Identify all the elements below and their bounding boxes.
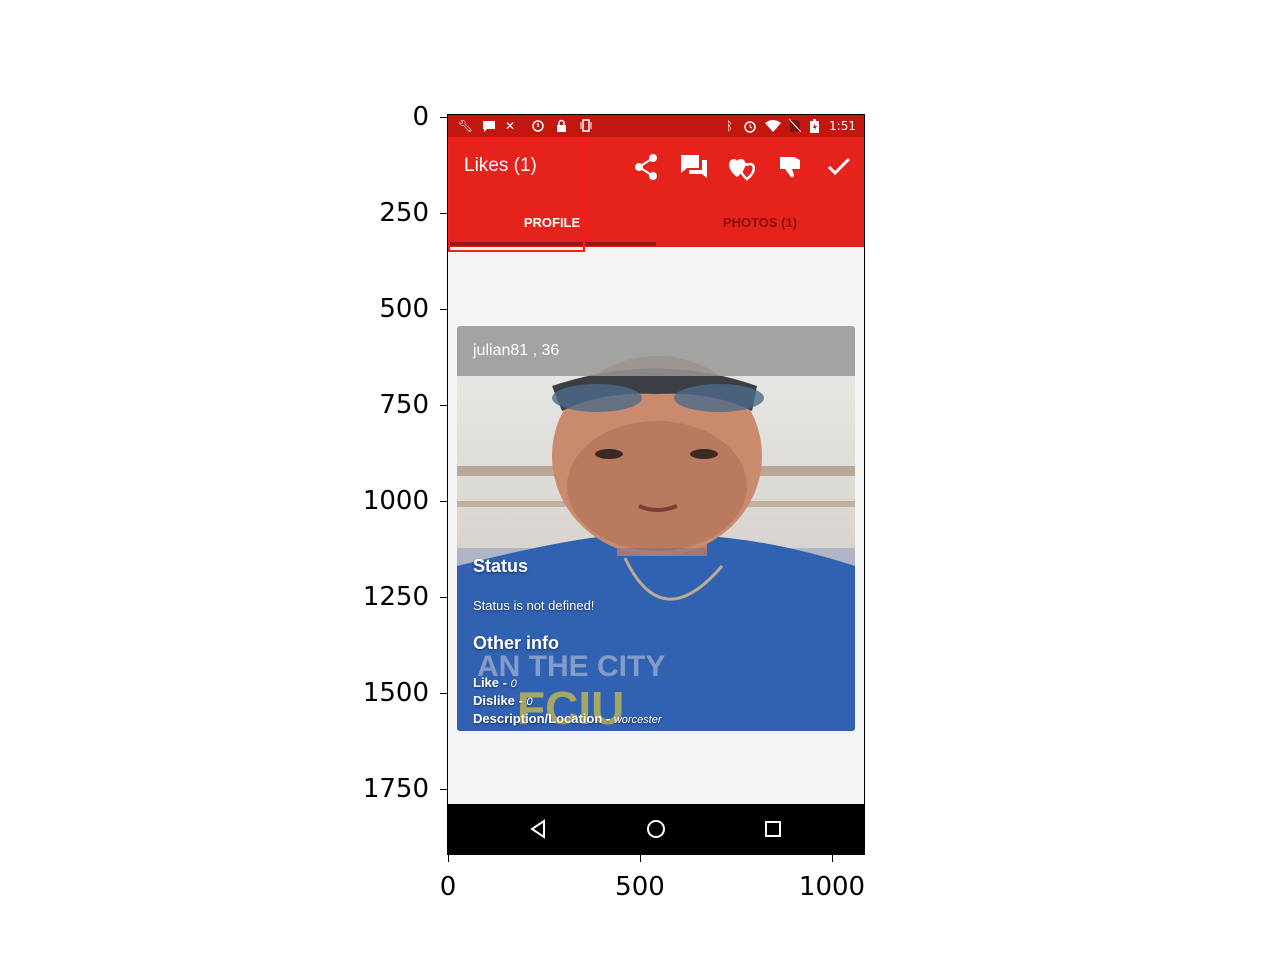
x-tick-mark xyxy=(640,854,641,862)
status-time: 1:51 xyxy=(829,119,856,133)
info-label: Like - xyxy=(473,675,511,690)
info-overlay: Status Status is not defined! Other info… xyxy=(457,548,855,731)
info-value: 0 xyxy=(526,696,533,708)
wifi-icon xyxy=(765,120,781,132)
status-heading: Status xyxy=(473,556,529,576)
y-tick-mark xyxy=(440,117,448,118)
x-tick-label: 500 xyxy=(615,872,665,902)
status-bar: 🔧︎ ✕ ᛒ 1:51 xyxy=(448,115,864,137)
card-header: julian81 , 36 xyxy=(457,326,855,376)
y-tick-label: 1750 xyxy=(362,774,429,804)
tab-photos[interactable]: PHOTOS (1) xyxy=(656,215,864,230)
y-tick-label: 500 xyxy=(379,294,429,324)
y-tick-mark xyxy=(440,597,448,598)
info-label: Dislike - xyxy=(473,693,527,708)
x-tick-mark xyxy=(448,854,449,862)
no-sim-icon xyxy=(789,119,801,132)
check-icon[interactable] xyxy=(823,151,855,183)
other-info-heading: Other info xyxy=(473,633,559,653)
satellite-icon: ✕ xyxy=(505,119,516,133)
alert-icon xyxy=(532,120,544,132)
status-text: Status is not defined! xyxy=(473,598,595,613)
x-tick-label: 1000 xyxy=(798,872,866,902)
y-tick-mark xyxy=(440,405,448,406)
alarm-icon xyxy=(744,121,756,133)
bluetooth-icon: ᛒ xyxy=(726,119,734,133)
wrench-icon: 🔧︎ xyxy=(458,119,474,133)
recents-icon[interactable] xyxy=(761,817,785,841)
info-dislike: Dislike - 0 xyxy=(473,693,533,708)
share-icon[interactable] xyxy=(630,151,662,183)
y-tick-mark xyxy=(440,213,448,214)
info-value: 0 xyxy=(510,678,517,690)
y-tick-mark xyxy=(440,501,448,502)
y-tick-label: 250 xyxy=(379,198,429,228)
profile-name-age: julian81 , 36 xyxy=(473,342,560,359)
y-tick-mark xyxy=(440,789,448,790)
x-tick-mark xyxy=(832,854,833,862)
home-icon[interactable] xyxy=(644,817,668,841)
back-icon[interactable] xyxy=(526,817,550,841)
chat-icon[interactable] xyxy=(678,151,710,183)
profile-card[interactable]: AN THE CITY FCIU julian81 , 36 Status St… xyxy=(457,326,855,731)
hearts-icon[interactable] xyxy=(726,151,758,183)
info-value: worcester xyxy=(613,714,662,726)
y-tick-label: 0 xyxy=(412,102,429,132)
y-tick-label: 1000 xyxy=(362,486,429,516)
y-tick-label: 750 xyxy=(379,390,429,420)
info-like: Like - 0 xyxy=(473,675,517,690)
thumbs-down-icon[interactable] xyxy=(775,151,807,183)
battery-icon xyxy=(810,119,819,133)
navigation-bar xyxy=(448,804,864,854)
y-tick-mark xyxy=(440,309,448,310)
x-tick-label: 0 xyxy=(439,872,457,902)
vibrate-icon xyxy=(580,119,592,132)
info-location: Description/Location - worcester xyxy=(473,711,662,726)
info-label: Description/Location - xyxy=(473,711,614,726)
y-tick-label: 1500 xyxy=(362,678,429,708)
y-tick-label: 1250 xyxy=(362,582,429,612)
message-icon xyxy=(483,121,495,132)
lock-icon xyxy=(557,119,566,132)
y-tick-mark xyxy=(440,693,448,694)
phone-screen: 🔧︎ ✕ ᛒ 1:51 Likes (1) PROFILE PHOTOS (1)… xyxy=(447,114,865,855)
highlight-box xyxy=(448,137,585,252)
